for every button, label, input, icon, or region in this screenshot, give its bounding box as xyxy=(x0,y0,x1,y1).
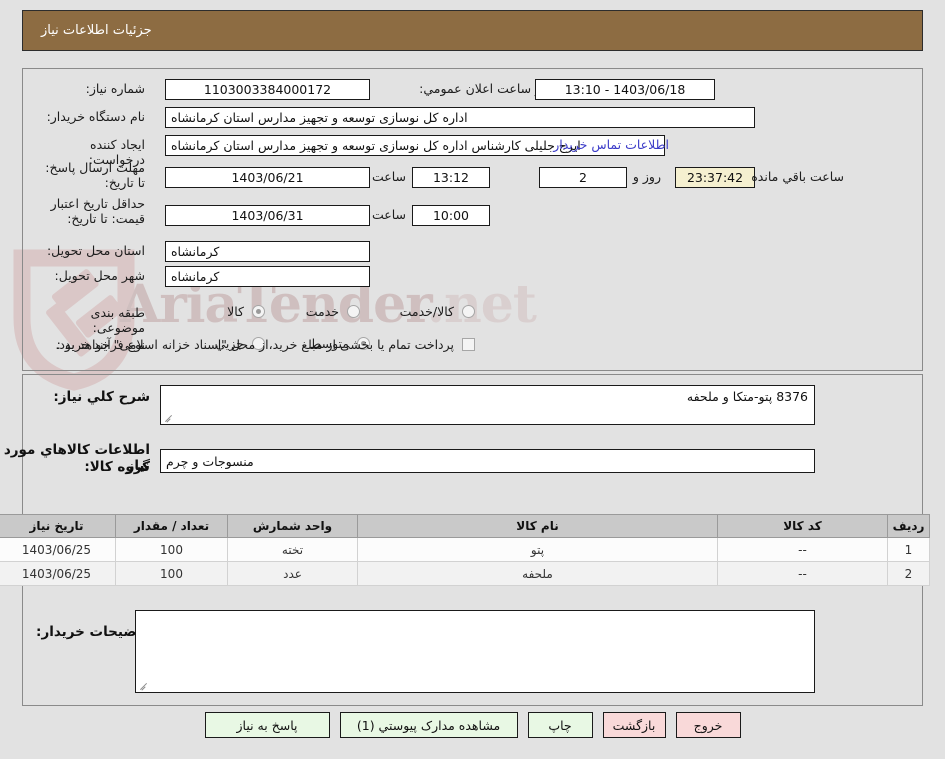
buyer-org-label: نام دستگاه خریدار: xyxy=(46,109,145,124)
buyer-notes-label: توضیحات خریدار: xyxy=(36,624,150,640)
cell-name: ملحفه xyxy=(357,561,718,586)
cell-code: -- xyxy=(717,561,888,586)
cell-index: 1 xyxy=(887,537,930,562)
radio-subject-service-label: خدمت xyxy=(305,304,339,319)
general-desc-textarea[interactable]: 8376 پتو-متکا و ملحفه xyxy=(160,385,815,425)
col-date: تاریخ نیاز xyxy=(0,514,116,538)
back-button[interactable]: بازگشت xyxy=(602,712,666,738)
cell-qty: 100 xyxy=(115,537,228,562)
col-unit: واحد شمارش xyxy=(227,514,358,538)
price-validity-date: 1403/06/31 xyxy=(165,205,370,226)
page-title: جزئیات اطلاعات نیاز xyxy=(41,23,152,38)
page-header: جزئیات اطلاعات نیاز xyxy=(22,10,923,51)
reply-deadline-date: 1403/06/21 xyxy=(165,167,370,188)
col-qty: تعداد / مقدار xyxy=(115,514,228,538)
treasury-bonds-note: پرداخت تمام یا بخشی از مبلغ خرید،از محل … xyxy=(55,337,454,352)
table-row: 1 -- پتو تخته 100 1403/06/25 xyxy=(0,537,930,562)
delivery-province-label: استان محل تحویل: xyxy=(46,243,145,258)
buyer-notes-textarea[interactable] xyxy=(135,610,815,693)
cell-unit: عدد xyxy=(227,561,358,586)
radio-subject-goods-service[interactable] xyxy=(462,305,475,318)
reply-deadline-label: مهلت ارسال پاسخ: تا تاریخ: xyxy=(45,160,145,190)
cell-unit: تخته xyxy=(227,537,358,562)
exit-button[interactable]: خروج xyxy=(675,712,741,738)
remaining-countdown: 23:37:42 xyxy=(675,167,755,188)
respond-button[interactable]: پاسخ به نیاز xyxy=(204,712,330,738)
cell-qty: 100 xyxy=(115,561,228,586)
radio-subject-goods-label: کالا xyxy=(227,304,244,319)
buyer-org-value: اداره کل نوسازی توسعه و تجهیز مدارس استا… xyxy=(165,107,755,128)
action-button-bar: خروج بازگشت چاپ مشاهده مدارک پیوستي (1) … xyxy=(0,712,945,738)
table-header-row: ردیف کد کالا نام کالا واحد شمارش تعداد /… xyxy=(0,514,930,538)
col-name: نام کالا xyxy=(357,514,718,538)
need-number-value: 1103003384000172 xyxy=(165,79,370,100)
remaining-days-value: 2 xyxy=(539,167,627,188)
cell-code: -- xyxy=(717,537,888,562)
resize-grip-icon[interactable] xyxy=(164,412,174,422)
general-desc-value: 8376 پتو-متکا و ملحفه xyxy=(686,389,808,404)
treasury-bonds-checkbox[interactable] xyxy=(462,338,475,351)
radio-subject-goods[interactable] xyxy=(252,305,265,318)
need-number-label: شماره نیاز: xyxy=(85,81,145,96)
buyer-contact-link[interactable]: اطلاعات تماس خریدار xyxy=(549,137,673,152)
delivery-city-value: کرمانشاه xyxy=(165,266,370,287)
price-validity-label: حداقل تاریخ اعتبار قیمت: تا تاریخ: xyxy=(50,196,145,226)
subject-class-label: طبقه بندی موضوعی: xyxy=(90,305,145,335)
cell-date: 1403/06/25 xyxy=(0,537,116,562)
radio-subject-service[interactable] xyxy=(347,305,360,318)
reply-deadline-time: 13:12 xyxy=(412,167,490,188)
price-validity-time-label: ساعت xyxy=(371,207,406,222)
col-code: کد کالا xyxy=(717,514,888,538)
general-desc-label: شرح کلي نیاز: xyxy=(53,389,150,405)
goods-group-label: گروه کالا: xyxy=(84,459,150,475)
attachments-button[interactable]: مشاهده مدارک پیوستي (1) xyxy=(339,712,518,738)
col-index: ردیف xyxy=(887,514,930,538)
remaining-suffix-label: ساعت باقي مانده xyxy=(751,169,844,184)
cell-date: 1403/06/25 xyxy=(0,561,116,586)
table-row: 2 -- ملحفه عدد 100 1403/06/25 xyxy=(0,561,930,586)
delivery-city-label: شهر محل تحویل: xyxy=(54,268,145,283)
delivery-province-value: کرمانشاه xyxy=(165,241,370,262)
price-validity-time: 10:00 xyxy=(412,205,490,226)
cell-name: پتو xyxy=(357,537,718,562)
cell-index: 2 xyxy=(887,561,930,586)
reply-deadline-time-label: ساعت xyxy=(371,169,406,184)
public-announce-value: 1403/06/18 - 13:10 xyxy=(535,79,715,100)
goods-table-wrap: ردیف کد کالا نام کالا واحد شمارش تعداد /… xyxy=(0,514,930,586)
goods-table: ردیف کد کالا نام کالا واحد شمارش تعداد /… xyxy=(0,514,930,586)
resize-grip-icon[interactable] xyxy=(139,680,149,690)
goods-group-value: منسوجات و چرم xyxy=(160,449,815,473)
print-button[interactable]: چاپ xyxy=(527,712,593,738)
remaining-days-label: روز و xyxy=(632,169,661,184)
radio-subject-goods-service-label: کالا/خدمت xyxy=(399,304,454,319)
